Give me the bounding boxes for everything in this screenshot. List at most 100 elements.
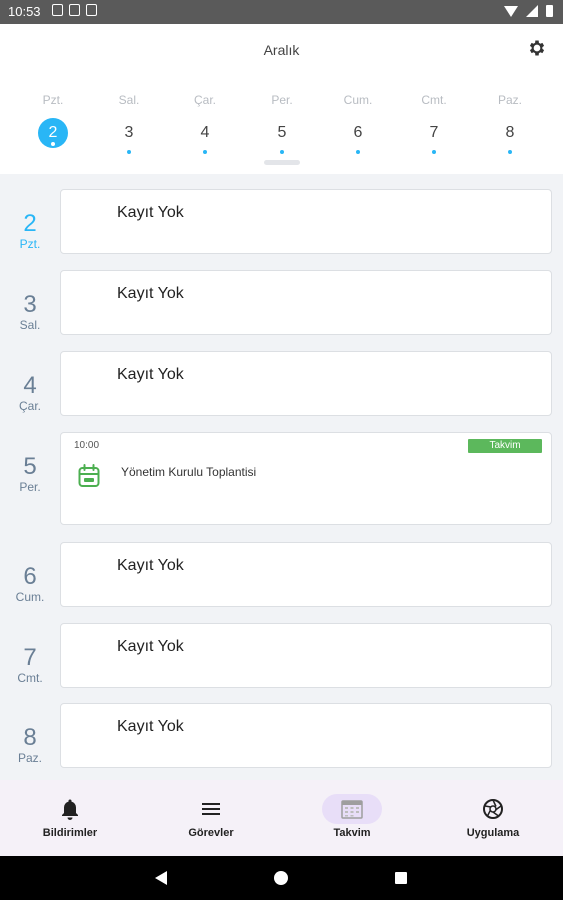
menu-icon <box>202 803 220 815</box>
week-day-name: Cmt. <box>421 93 447 107</box>
week-day-name: Cum. <box>343 93 373 107</box>
day-number: 3 <box>23 291 37 318</box>
day-label: 6 Cum. <box>0 563 60 605</box>
nav-gorevler[interactable]: Görevler <box>141 780 281 856</box>
nav-label: Görevler <box>188 827 234 839</box>
check-icon <box>52 4 63 16</box>
day-number: 6 <box>23 563 37 590</box>
week-day-3[interactable]: Sal. 3 <box>99 92 159 154</box>
day-card[interactable]: Kayıt Yok <box>60 351 552 416</box>
week-day-number: 7 <box>429 124 439 141</box>
no-record-text: Kayıt Yok <box>117 366 184 383</box>
settings-gear-icon[interactable] <box>527 38 547 58</box>
day-card[interactable]: Kayıt Yok <box>60 189 552 254</box>
system-indicators <box>504 5 553 17</box>
nav-uygulama[interactable]: Uygulama <box>423 780 563 856</box>
agenda-list[interactable]: 2 Pzt. Kayıt Yok 3 Sal. Kayıt Yok 4 Çar.… <box>0 174 563 780</box>
nav-icon-wrap <box>181 794 241 824</box>
no-record-text: Kayıt Yok <box>117 285 184 302</box>
day-number: 8 <box>23 724 37 751</box>
day-label: 4 Çar. <box>0 372 60 414</box>
back-icon[interactable] <box>155 871 167 885</box>
no-record-text: Kayıt Yok <box>117 638 184 655</box>
no-record-text: Kayıt Yok <box>117 718 184 735</box>
day-name: Pzt. <box>19 237 41 251</box>
day-number: 5 <box>23 453 37 480</box>
calendar-header: Aralık Pzt. 2 Sal. 3 Çar. 4 Per. 5 Cum. … <box>0 24 563 174</box>
nav-icon-wrap <box>463 794 523 824</box>
week-day-name: Çar. <box>193 93 216 107</box>
week-day-number: 4 <box>200 124 210 141</box>
day-number: 7 <box>23 644 37 671</box>
week-day-5[interactable]: Per. 5 <box>252 92 312 154</box>
week-day-number: 3 <box>124 124 134 141</box>
nav-icon-wrap <box>322 794 382 824</box>
event-dot <box>432 150 436 154</box>
no-record-text: Kayıt Yok <box>117 557 184 574</box>
nav-icon-wrap <box>40 794 100 824</box>
calendar-icon <box>341 800 363 819</box>
event-title: Yönetim Kurulu Toplantisi <box>121 465 257 479</box>
day-card[interactable]: Kayıt Yok <box>60 542 552 607</box>
sd-card-icon <box>86 4 97 16</box>
wifi-icon <box>504 5 518 17</box>
signal-icon <box>526 5 538 17</box>
month-title: Aralık <box>263 42 300 58</box>
event-card[interactable]: 10:00 Takvim Yönetim Kurulu Toplantisi <box>60 432 552 525</box>
nav-label: Takvim <box>333 827 371 839</box>
day-card[interactable]: Kayıt Yok <box>60 270 552 335</box>
week-day-7[interactable]: Cmt. 7 <box>404 92 464 154</box>
day-name: Cmt. <box>17 671 43 685</box>
recent-apps-icon[interactable] <box>395 872 407 884</box>
day-label: 8 Paz. <box>0 724 60 766</box>
day-label: 3 Sal. <box>0 291 60 333</box>
clipboard-icon <box>69 4 80 16</box>
day-label: 2 Pzt. <box>0 210 60 252</box>
bottom-navigation: Bildirimler Görevler Takvim Uygulama <box>0 780 563 856</box>
day-card[interactable]: Kayıt Yok <box>60 703 552 768</box>
event-dot <box>203 150 207 154</box>
week-day-number: 8 <box>505 124 515 141</box>
week-day-number: 6 <box>353 124 363 141</box>
system-navigation-bar <box>0 856 563 900</box>
week-day-8[interactable]: Paz. 8 <box>480 92 540 154</box>
expand-handle[interactable] <box>264 160 300 165</box>
week-day-name: Pzt. <box>42 93 64 107</box>
event-dot <box>508 150 512 154</box>
no-record-text: Kayıt Yok <box>117 204 184 221</box>
status-bar: 10:53 <box>0 0 563 24</box>
event-dot <box>356 150 360 154</box>
day-card[interactable]: Kayıt Yok <box>60 623 552 688</box>
week-day-name: Sal. <box>118 93 140 107</box>
nav-bildirimler[interactable]: Bildirimler <box>0 780 140 856</box>
nav-takvim[interactable]: Takvim <box>282 780 422 856</box>
day-number: 4 <box>23 372 37 399</box>
day-name: Cum. <box>15 590 45 604</box>
week-day-4[interactable]: Çar. 4 <box>175 92 235 154</box>
battery-icon <box>546 5 553 17</box>
bell-icon <box>62 799 78 820</box>
home-icon[interactable] <box>274 871 288 885</box>
calendar-event-icon <box>78 464 100 487</box>
week-day-name: Paz. <box>497 93 522 107</box>
event-dot <box>127 150 131 154</box>
week-day-name: Per. <box>271 93 293 107</box>
aperture-icon <box>483 799 503 819</box>
day-label: 7 Cmt. <box>0 644 60 686</box>
event-dot <box>280 150 284 154</box>
nav-label: Bildirimler <box>42 827 98 839</box>
day-name: Per. <box>19 480 41 494</box>
notification-icons <box>52 4 97 16</box>
status-time: 10:53 <box>8 4 41 19</box>
day-name: Paz. <box>17 751 42 765</box>
event-dot <box>51 142 55 146</box>
day-name: Çar. <box>18 399 41 413</box>
nav-label: Uygulama <box>466 827 520 839</box>
week-day-2[interactable]: Pzt. 2 <box>23 92 83 148</box>
week-day-6[interactable]: Cum. 6 <box>328 92 388 154</box>
week-day-number: 5 <box>277 124 287 141</box>
day-number: 2 <box>23 210 37 237</box>
event-source-badge: Takvim <box>468 439 542 453</box>
event-time: 10:00 <box>74 440 100 451</box>
day-name: Sal. <box>19 318 41 332</box>
